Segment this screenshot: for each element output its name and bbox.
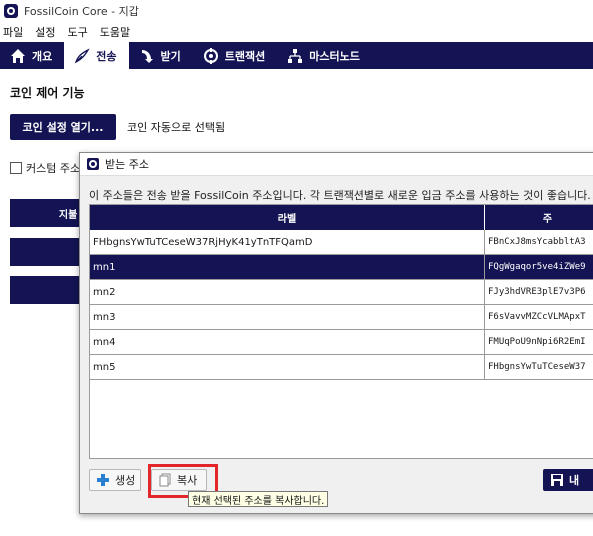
dialog-title: 받는 주소 <box>105 158 149 171</box>
receive-icon <box>139 48 155 64</box>
table-row[interactable]: mn2 FJy3hdVRE3plE7v3P6 <box>90 280 593 305</box>
row-label: mn4 <box>90 330 485 354</box>
receiving-addresses-dialog: 받는 주소 이 주소들은 전송 받을 FossilCoin 주소입니다. 각 트… <box>79 152 593 514</box>
copy-tooltip: 현재 선택된 주소를 복사합니다. <box>188 491 329 507</box>
custom-change-label: 커스텀 주소 <box>26 162 81 175</box>
main-toolbar: 개요 전송 받기 트랜잭션 마스터노드 <box>0 42 593 69</box>
tab-send[interactable]: 전송 <box>64 42 129 69</box>
home-icon <box>10 48 26 64</box>
tab-overview-label: 개요 <box>32 49 53 63</box>
tab-masternodes[interactable]: 마스터노드 <box>277 42 372 69</box>
transactions-icon <box>203 47 219 64</box>
row-label: mn3 <box>90 305 485 329</box>
tab-send-label: 전송 <box>96 49 117 63</box>
send-icon <box>74 47 90 64</box>
dialog-titlebar: 받는 주소 <box>80 153 593 176</box>
table-row[interactable]: mn4 FMUqPoU9nNpi6R2EmI <box>90 330 593 355</box>
row-address: F6sVavvMZCcVLMApxT <box>488 312 586 322</box>
table-row[interactable]: FHbgnsYwTuTCeseW37RjHyK41yTnTFQamD FBnCx… <box>90 230 593 255</box>
new-address-button[interactable]: 생성 <box>89 469 141 491</box>
coins-auto-selected-text: 코인 자동으로 선택됨 <box>127 121 226 134</box>
custom-change-checkbox[interactable] <box>10 162 22 174</box>
table-row[interactable]: mn5 FHbgnsYwTuTCeseW37 <box>90 355 593 380</box>
tab-masternodes-label: 마스터노드 <box>309 49 360 63</box>
address-table: 라벨 주 FHbgnsYwTuTCeseW37RjHyK41yTnTFQamD … <box>89 204 593 459</box>
window-title: FossilCoin Core - 지갑 <box>24 5 139 18</box>
new-address-label: 생성 <box>115 474 136 487</box>
dialog-description: 이 주소들은 전송 받을 FossilCoin 주소입니다. 각 트랜잭션별로 … <box>89 189 591 202</box>
plus-icon <box>96 473 110 487</box>
tab-transactions-label: 트랜잭션 <box>224 49 266 63</box>
row-address: FQgWgaqor5ve4iZWe9 <box>488 262 586 272</box>
row-label: mn5 <box>90 355 485 379</box>
table-header: 라벨 주 <box>90 205 593 230</box>
row-label: FHbgnsYwTuTCeseW37RjHyK41yTnTFQamD <box>90 230 485 254</box>
tab-overview[interactable]: 개요 <box>0 42 64 69</box>
tab-receive[interactable]: 받기 <box>129 42 193 69</box>
coin-control-title: 코인 제어 기능 <box>10 86 85 100</box>
window-titlebar: FossilCoin Core - 지갑 <box>0 0 593 22</box>
tab-receive-label: 받기 <box>160 49 181 63</box>
tab-transactions[interactable]: 트랜잭션 <box>193 42 277 69</box>
export-button[interactable]: 내 <box>543 469 593 491</box>
menu-file[interactable]: 파일 <box>0 24 29 40</box>
fossilcoin-logo-icon <box>87 158 99 170</box>
export-label: 내 <box>569 474 580 487</box>
masternode-icon <box>287 48 303 64</box>
custom-change-row: 커스텀 주소 <box>10 160 80 176</box>
row-label: mn1 <box>90 255 485 279</box>
save-icon <box>550 473 564 487</box>
row-address: FBnCxJ8msYcabbltA3 <box>488 237 586 247</box>
menubar: 파일 설정 도구 도움말 <box>0 23 593 41</box>
table-row-selected[interactable]: mn1 FQgWgaqor5ve4iZWe9 <box>90 255 593 280</box>
menu-settings[interactable]: 설정 <box>29 24 61 40</box>
fossilcoin-logo-icon <box>4 4 18 18</box>
row-label: mn2 <box>90 280 485 304</box>
row-address: FHbgnsYwTuTCeseW37 <box>488 362 586 372</box>
column-header-address[interactable]: 주 <box>485 205 593 230</box>
row-address: FJy3hdVRE3plE7v3P6 <box>488 287 586 297</box>
column-header-label[interactable]: 라벨 <box>90 205 485 230</box>
menu-tools[interactable]: 도구 <box>62 24 94 40</box>
open-coin-control-button[interactable]: 코인 설정 열기... <box>10 114 116 140</box>
menu-help[interactable]: 도움말 <box>94 24 136 40</box>
row-address: FMUqPoU9nNpi6R2EmI <box>488 337 586 347</box>
table-row[interactable]: mn3 F6sVavvMZCcVLMApxT <box>90 305 593 330</box>
